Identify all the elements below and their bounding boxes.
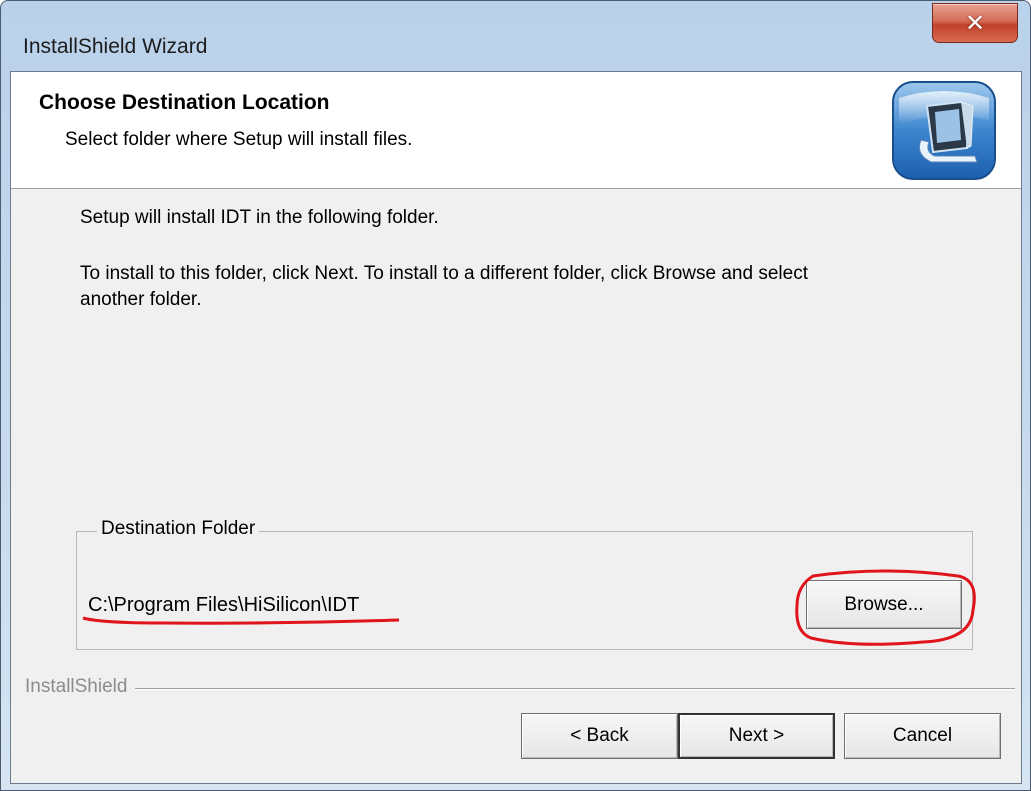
- destination-folder-label: Destination Folder: [97, 518, 260, 540]
- installshield-wizard-window: InstallShield Wizard ✕ Choose Destinatio…: [0, 0, 1031, 791]
- title-bar[interactable]: InstallShield Wizard ✕: [1, 1, 1030, 71]
- close-button[interactable]: ✕: [932, 3, 1018, 43]
- computer-setup-icon: [892, 81, 996, 180]
- cancel-button[interactable]: Cancel: [844, 713, 1001, 759]
- install-info-text: Setup will install IDT in the following …: [80, 207, 439, 228]
- back-button[interactable]: < Back: [521, 713, 678, 759]
- browse-button[interactable]: Browse...: [806, 580, 962, 629]
- next-button[interactable]: Next >: [678, 713, 835, 759]
- installshield-brand-divider: InstallShield: [11, 676, 1021, 700]
- divider-line: [25, 688, 1015, 690]
- instructions-text-line-1: To install to this folder, click Next. T…: [80, 263, 808, 284]
- destination-path: C:\Program Files\HiSilicon\IDT: [88, 594, 360, 616]
- installshield-brand-label: InstallShield: [25, 676, 136, 698]
- close-icon: ✕: [964, 9, 986, 37]
- page-subtitle: Select folder where Setup will install f…: [65, 129, 413, 150]
- wizard-client-area: Choose Destination Location Select folde…: [10, 71, 1022, 784]
- page-title: Choose Destination Location: [39, 91, 330, 114]
- wizard-header: Choose Destination Location Select folde…: [11, 72, 1021, 189]
- instructions-text-line-2: another folder.: [80, 289, 202, 310]
- window-title: InstallShield Wizard: [23, 35, 208, 58]
